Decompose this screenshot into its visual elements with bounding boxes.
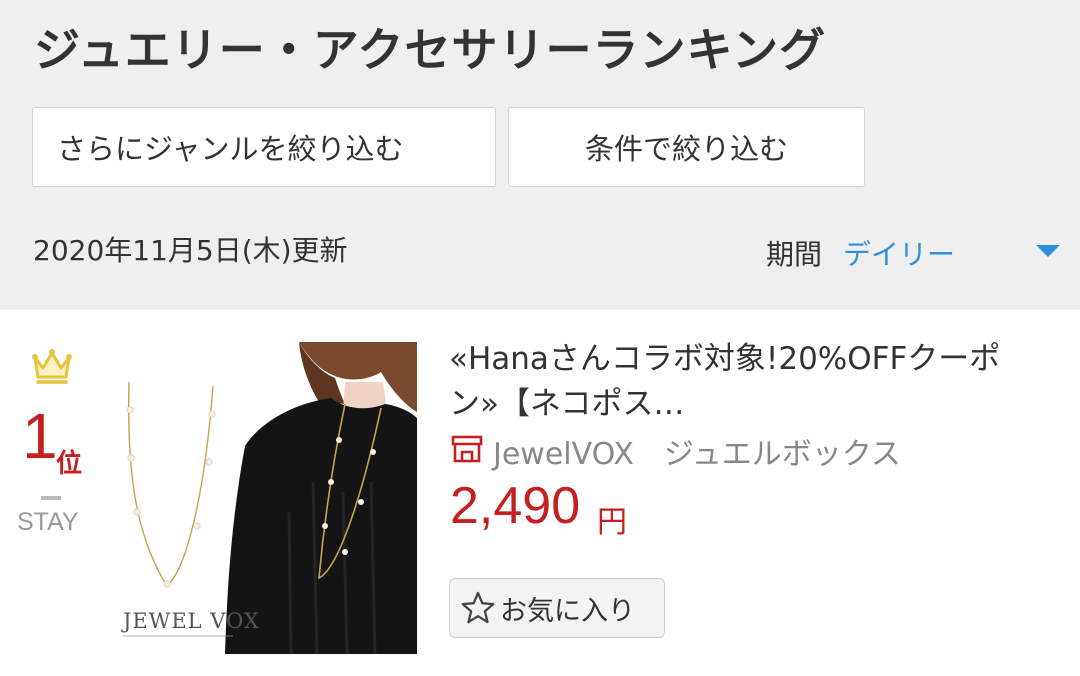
rank-suffix: 位: [56, 449, 83, 479]
brand-logo: JEWEL VOX: [121, 609, 260, 633]
favorite-label: お気に入り: [500, 595, 635, 627]
page-title: ジュエリー・アクセサリーランキング: [34, 23, 827, 77]
shop-icon: [451, 435, 483, 463]
triangle-down-icon[interactable]: [1036, 245, 1060, 257]
price-currency: 円: [597, 505, 627, 540]
period-label: 期間: [766, 238, 823, 271]
period-select[interactable]: デイリー: [843, 233, 955, 273]
crown-icon: [32, 349, 72, 384]
add-to-favorites-button[interactable]: お気に入り: [449, 578, 665, 638]
product-image[interactable]: JEWEL VOX: [113, 342, 417, 654]
filter-by-condition-button[interactable]: 条件で絞り込む: [508, 107, 865, 187]
rank-change-dash: [41, 496, 61, 500]
filter-by-condition-label: 条件で絞り込む: [584, 132, 788, 166]
rank-change-status: STAY: [17, 508, 79, 536]
update-date: 2020年11月5日(木)更新: [33, 234, 348, 267]
filter-by-genre-button[interactable]: さらにジャンルを絞り込む: [32, 107, 496, 187]
product-title[interactable]: «Hanaさんコラボ対象!20%OFFクーポン»【ネコポス…: [449, 337, 1049, 427]
rank-number: 1: [22, 400, 58, 472]
star-outline-icon: [461, 591, 495, 624]
product-price: 2,490: [450, 477, 581, 535]
filter-by-genre-label: さらにジャンルを絞り込む: [57, 132, 404, 166]
ranking-header: ジュエリー・アクセサリーランキング さらにジャンルを絞り込む 条件で絞り込む 2…: [0, 0, 1080, 310]
shop-name[interactable]: JewelVOX ジュエルボックス: [493, 429, 901, 473]
